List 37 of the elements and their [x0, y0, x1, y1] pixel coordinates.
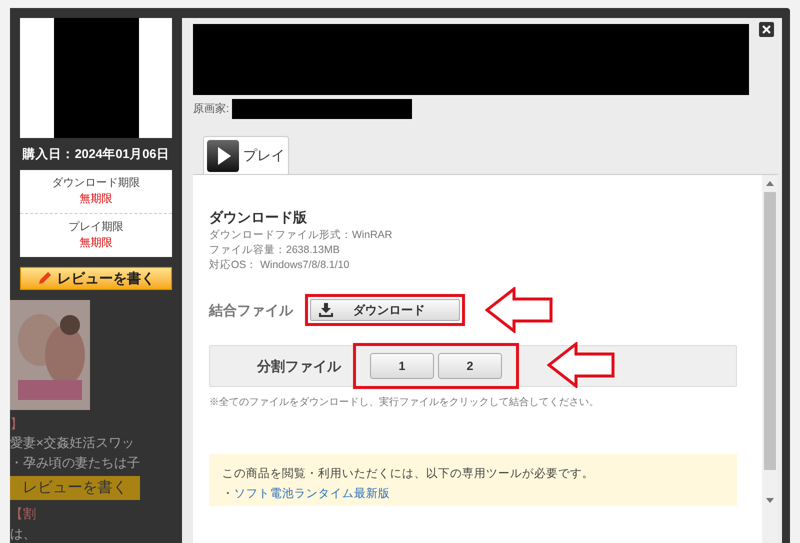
background-tag: 】 [10, 414, 172, 434]
review-button[interactable]: レビューを書く [20, 266, 172, 290]
close-icon [762, 25, 771, 34]
scroll-down-icon [766, 498, 774, 503]
spec-text: ファイル容量：2638.13MB [209, 243, 341, 258]
part-button[interactable]: 1 [370, 353, 434, 379]
left-arrow-icon [485, 287, 553, 333]
download-button[interactable]: ダウンロード [310, 299, 460, 321]
instruction-note: ※全てのファイルをダウンロードし、実行ファイルをクリックして結合してください。 [209, 396, 600, 410]
notice-text: この商品を閲覧・利用いただくには、以下の専用ツールが必要です。 [222, 466, 595, 482]
background-tag: 【割 [10, 504, 172, 524]
scrollbar-thumb[interactable] [764, 192, 776, 470]
download-icon [319, 303, 333, 317]
purchase-date: 購入日：2024年01月06日 [21, 146, 170, 163]
bullet-mark: ・ [222, 487, 234, 502]
part-button[interactable]: 2 [438, 353, 502, 379]
background-title: は、 [10, 524, 37, 543]
spec-text: ダウンロードファイル形式：WinRAR [209, 228, 394, 243]
pencil-icon [37, 270, 53, 286]
artist-label: 原画家: [193, 102, 230, 117]
background-title: ・孕み頃の妻たちは子 [10, 454, 141, 472]
limit-value: 無期限 [80, 236, 112, 252]
split-file-label: 分割ファイル [257, 356, 341, 376]
scrollbar[interactable] [762, 175, 778, 543]
limit-value: 無期限 [80, 192, 112, 208]
limit-label: ダウンロード期限 [52, 176, 140, 191]
play-tab[interactable]: プレイ [203, 136, 289, 174]
runtime-link[interactable]: ソフト電池ランタイム最新版 [234, 486, 390, 504]
play-icon [207, 140, 239, 172]
combined-file-label: 結合ファイル [209, 300, 293, 320]
close-button[interactable] [759, 22, 774, 37]
spec-text: 対応OS： Windows7/8/8.1/10 [209, 258, 350, 273]
scroll-up-icon [766, 181, 774, 186]
left-arrow-icon [547, 342, 615, 388]
section-heading: ダウンロード版 [209, 208, 308, 227]
background-title: 愛妻×交姦妊活スワッ [10, 434, 136, 452]
limit-label: プレイ期限 [68, 220, 124, 235]
